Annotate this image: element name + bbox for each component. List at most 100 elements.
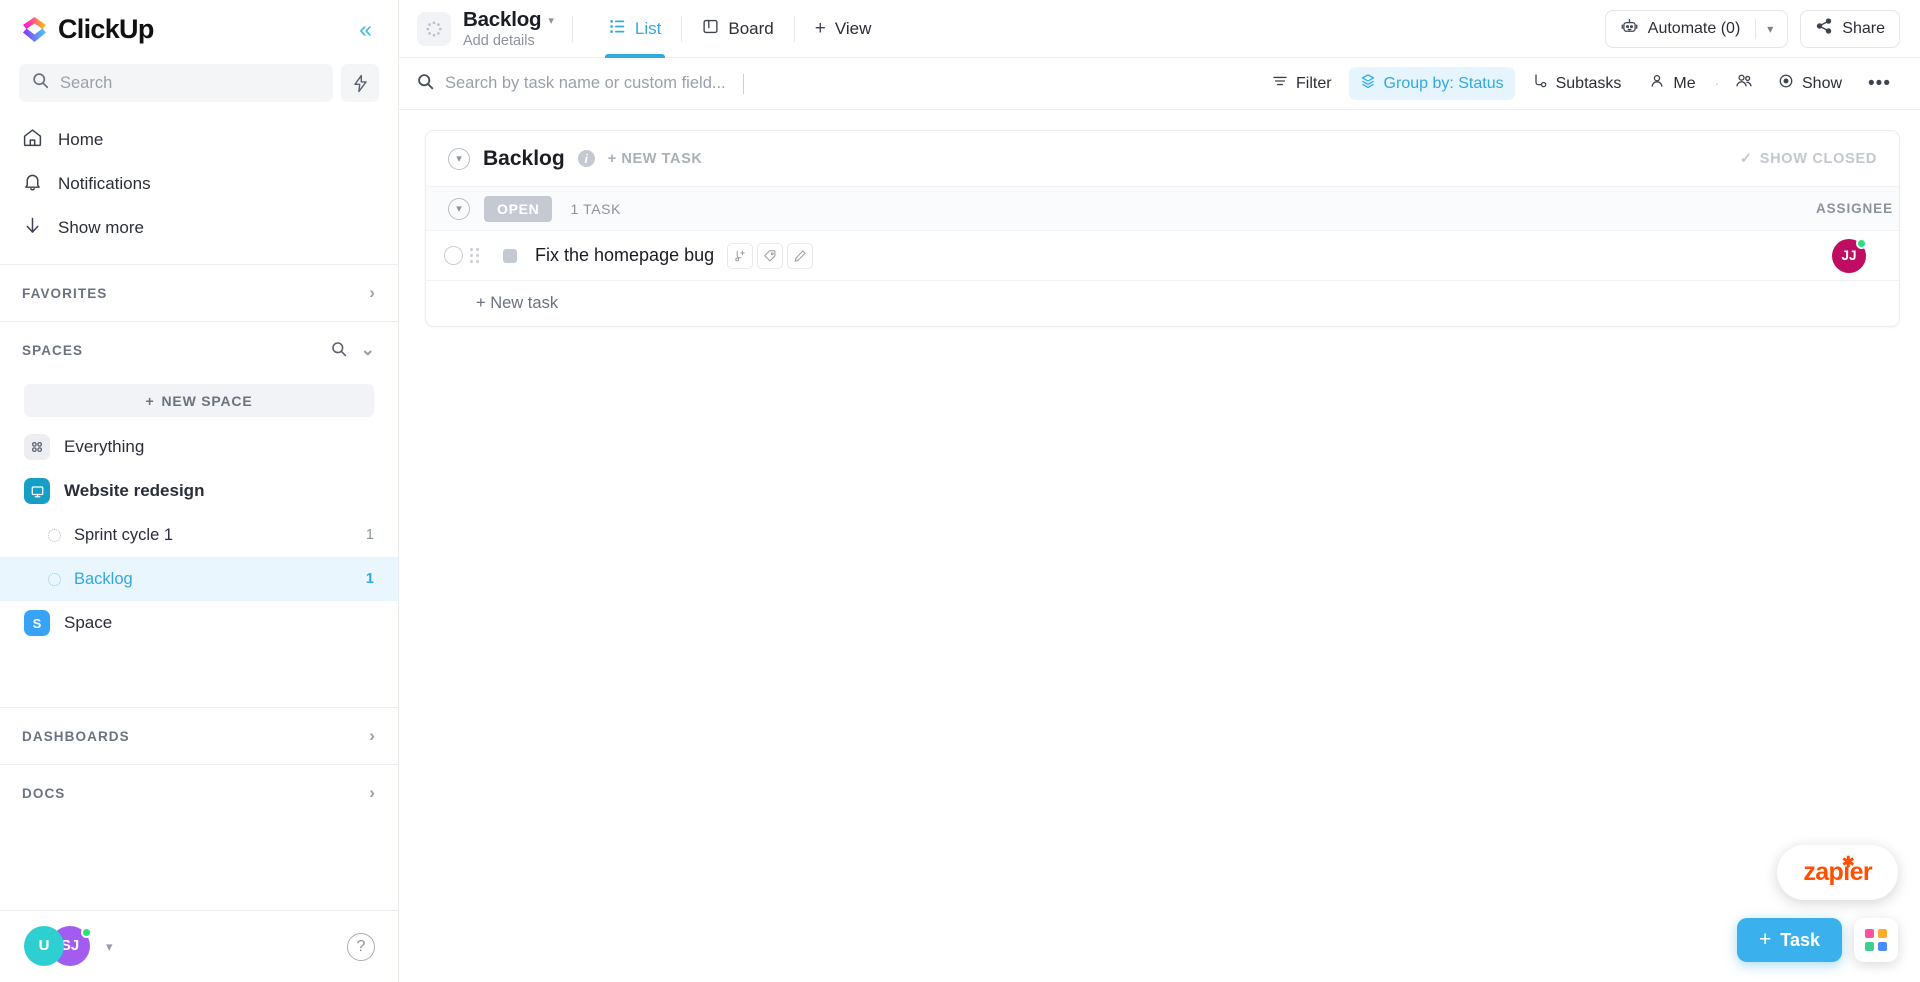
quick-action-bolt-icon[interactable] [341, 64, 379, 102]
column-header-assignee[interactable]: ASSIGNEE [1816, 201, 1893, 216]
task-name[interactable]: Fix the homepage bug [535, 245, 714, 266]
status-badge[interactable]: OPEN [484, 195, 553, 222]
chevron-right-icon[interactable]: › [369, 783, 376, 803]
spaces-header[interactable]: SPACES ⌄ [0, 322, 398, 378]
sidebar-item-home[interactable]: Home [0, 118, 398, 162]
help-icon[interactable]: ? [347, 932, 375, 961]
clickup-logo[interactable]: ClickUp [20, 14, 353, 45]
me-filter-button[interactable]: Me [1638, 67, 1706, 100]
share-label: Share [1842, 19, 1885, 37]
cell-assignee[interactable]: JJ [1832, 237, 1867, 273]
new-space-button[interactable]: + NEW SPACE [24, 384, 374, 417]
apps-grid-button[interactable] [1854, 918, 1898, 962]
tab-board[interactable]: Board [684, 0, 791, 58]
share-button[interactable]: Share [1800, 9, 1900, 48]
avatar-dropdown-icon[interactable]: ▾ [106, 939, 113, 955]
chevron-down-icon[interactable]: ▾ [548, 14, 554, 27]
docs-header[interactable]: DOCS › [0, 765, 398, 821]
tab-list[interactable]: List [591, 0, 679, 58]
add-details-link[interactable]: Add details [463, 33, 554, 49]
inline-new-task-button[interactable]: + New task [426, 281, 1899, 326]
group-icon [1360, 73, 1376, 94]
text-cursor [742, 73, 744, 94]
tab-label: List [634, 18, 662, 38]
monitor-icon [24, 478, 50, 504]
app-root: ClickUp « Search Home Notifications Show… [0, 0, 1920, 982]
group-header: ▾ Backlog i + NEW TASK ✓ SHOW CLOSED [426, 131, 1899, 187]
arrow-down-icon [22, 215, 43, 241]
sidebar-item-everything[interactable]: Everything [0, 425, 398, 469]
divider [681, 15, 683, 42]
sidebar-item-space[interactable]: S Space [0, 601, 398, 645]
sidebar-item-backlog[interactable]: Backlog 1 [0, 557, 398, 601]
show-closed-label: SHOW CLOSED [1759, 150, 1877, 167]
floating-action-row: + Task [1737, 918, 1898, 962]
table-row[interactable]: Fix the homepage bug JJ [426, 231, 1899, 281]
chevron-right-icon[interactable]: › [369, 283, 376, 303]
subtask-add-icon[interactable] [727, 242, 754, 269]
chevron-down-icon[interactable]: ▾ [1767, 22, 1773, 36]
tag-icon[interactable] [757, 242, 784, 269]
sidebar-item-label: Show more [58, 218, 144, 237]
avatar[interactable]: U [24, 925, 64, 966]
info-icon[interactable]: i [577, 150, 595, 167]
collapse-group-icon[interactable]: ▾ [448, 147, 470, 170]
list-count: 1 [365, 527, 374, 543]
chevron-down-icon[interactable]: ⌄ [361, 340, 376, 360]
sidebar-item-sprint-cycle-1[interactable]: Sprint cycle 1 1 [0, 513, 398, 557]
subtasks-button[interactable]: Subtasks [1521, 67, 1633, 100]
zapier-spark-icon: ✱ [1842, 854, 1855, 871]
plus-icon: + [1759, 928, 1772, 951]
chevron-right-icon[interactable]: › [369, 726, 376, 746]
ellipsis-icon: ••• [1868, 72, 1891, 94]
collapse-status-icon[interactable]: ▾ [448, 197, 470, 220]
everything-grid-icon [24, 434, 50, 460]
tab-add-view[interactable]: + View [797, 0, 890, 58]
divider [793, 15, 795, 42]
avatar-stack[interactable]: SJ U [24, 925, 98, 968]
collapse-sidebar-icon[interactable]: « [353, 14, 378, 45]
filter-label: Filter [1295, 74, 1332, 92]
spaces-search-icon[interactable] [331, 341, 347, 360]
automate-button[interactable]: Automate (0) ▾ [1604, 9, 1789, 48]
docs-section: DOCS › [0, 764, 398, 821]
group-by-button[interactable]: Group by: Status [1348, 67, 1515, 100]
drag-handle-icon[interactable] [470, 248, 479, 263]
new-task-button[interactable]: + NEW TASK [608, 151, 703, 167]
sidebar-item-notifications[interactable]: Notifications [0, 162, 398, 206]
share-icon [1815, 17, 1833, 40]
avatar[interactable]: JJ [1832, 237, 1867, 273]
tab-label: Board [728, 18, 774, 38]
task-status-icon[interactable] [503, 248, 517, 263]
more-options-button[interactable]: ••• [1859, 67, 1900, 101]
me-label: Me [1673, 74, 1696, 92]
task-checkbox[interactable] [444, 246, 463, 265]
filter-button[interactable]: Filter [1261, 67, 1343, 100]
search-input[interactable]: Search [19, 64, 333, 102]
create-task-button[interactable]: + Task [1737, 918, 1842, 962]
main-area: Backlog ▾ Add details List Board + View … [399, 0, 1920, 982]
sidebar-item-show-more[interactable]: Show more [0, 206, 398, 250]
show-closed-button[interactable]: ✓ SHOW CLOSED [1740, 151, 1877, 167]
sidebar-item-website-redesign[interactable]: Website redesign [0, 469, 398, 513]
divider [571, 15, 573, 42]
people-button[interactable] [1727, 66, 1761, 101]
zapier-badge[interactable]: zapier ✱ [1777, 845, 1898, 900]
space-initial-badge: S [24, 610, 50, 636]
plus-icon: + [814, 17, 826, 39]
list-count: 1 [365, 571, 374, 587]
show-button[interactable]: Show [1767, 67, 1853, 100]
subtasks-label: Subtasks [1555, 74, 1622, 92]
automate-label: Automate (0) [1647, 19, 1741, 37]
space-label: Space [64, 613, 113, 632]
view-toolbar: Search by task name or custom field... F… [399, 58, 1920, 110]
list-label: Sprint cycle 1 [74, 525, 174, 544]
apps-grid-icon [1865, 929, 1887, 951]
sidebar-item-label: Notifications [58, 174, 151, 193]
favorites-header[interactable]: FAVORITES › [0, 265, 398, 321]
task-search-input[interactable]: Search by task name or custom field... [417, 73, 1261, 95]
favorites-section: FAVORITES › [0, 264, 398, 321]
new-task-row-label: + New task [476, 294, 559, 312]
pencil-icon[interactable] [787, 242, 814, 269]
dashboards-header[interactable]: DASHBOARDS › [0, 708, 398, 764]
